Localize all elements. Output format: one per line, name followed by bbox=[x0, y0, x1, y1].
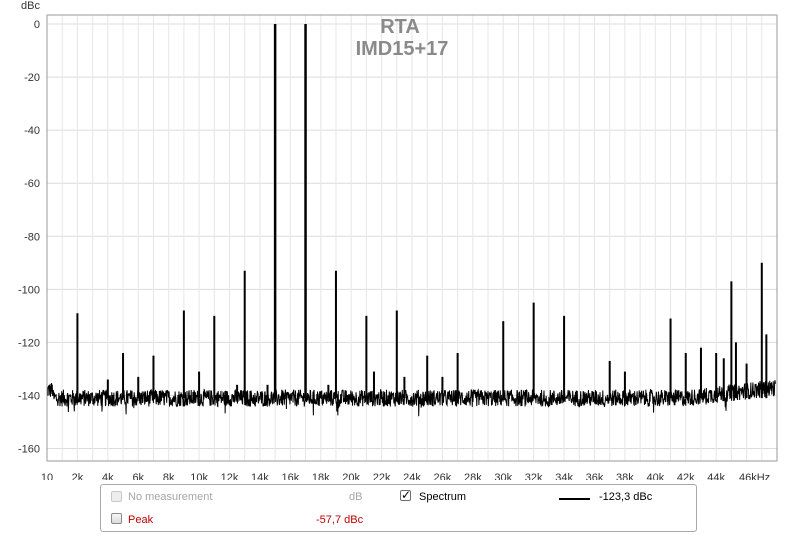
peak-checkbox[interactable] bbox=[111, 513, 122, 524]
no-measurement-unit: dB bbox=[349, 491, 363, 503]
y-axis-label: dBc bbox=[21, 0, 40, 12]
x-tick-label: 14k bbox=[251, 472, 269, 480]
x-tick-label: 2k bbox=[72, 472, 84, 480]
y-tick-label: -100 bbox=[18, 284, 40, 296]
x-tick-label: 42k bbox=[677, 472, 695, 480]
legend-row-peak: Peak -57,7 dBc bbox=[101, 511, 696, 531]
x-tick-label: 28k bbox=[464, 472, 482, 480]
x-tick-label: 30k bbox=[494, 472, 512, 480]
y-tick-label: -20 bbox=[24, 72, 40, 84]
x-tick-label: 32k bbox=[525, 472, 543, 480]
y-tick-label: -80 bbox=[24, 231, 40, 243]
x-tick-label: 38k bbox=[616, 472, 634, 480]
x-tick-labels: 10 2k 4k 6k 8k 10k 12k 14k 16k 18k 20k 22k 24k 26k 28k… bbox=[41, 472, 770, 480]
y-tick-label: -160 bbox=[18, 444, 40, 456]
chart-title: RTA bbox=[380, 16, 420, 38]
x-tick-label: 36k bbox=[586, 472, 604, 480]
peak-label: Peak bbox=[128, 514, 154, 526]
no-measurement-checkbox[interactable] bbox=[111, 491, 122, 502]
x-tick-label: 4k bbox=[102, 472, 114, 480]
x-tick-label: 40k bbox=[646, 472, 664, 480]
x-tick-label: 22k bbox=[373, 472, 391, 480]
x-tick-label: 46kHz bbox=[739, 472, 770, 480]
y-tick-label: -120 bbox=[18, 337, 40, 349]
y-tick-label: 0 bbox=[34, 19, 40, 31]
y-tick-labels: 0 -20 -40 -60 -80 -100 -120 -140 -160 bbox=[18, 19, 40, 456]
peak-value: -57,7 dBc bbox=[316, 514, 364, 526]
x-tick-label: 44k bbox=[707, 472, 725, 480]
legend-row-no-measurement: No measurement dB ✓ Spectrum -123,3 dBc bbox=[101, 488, 696, 509]
x-tick-label: 24k bbox=[403, 472, 421, 480]
no-measurement-label: No measurement bbox=[128, 491, 213, 503]
x-tick-label: 12k bbox=[221, 472, 239, 480]
rta-chart: 0 -20 -40 -60 -80 -100 -120 -140 -160 10 2k 4k 6k 8k… bbox=[18, 0, 778, 480]
chart-subtitle: IMD15+17 bbox=[356, 38, 449, 60]
x-tick-label: 34k bbox=[555, 472, 573, 480]
legend-panel: No measurement dB ✓ Spectrum -123,3 dBc … bbox=[100, 484, 697, 532]
y-tick-label: -40 bbox=[24, 125, 40, 137]
x-tick-label: 18k bbox=[312, 472, 330, 480]
spectrum-label: Spectrum bbox=[419, 491, 467, 503]
y-tick-label: -60 bbox=[24, 178, 40, 190]
x-tick-label: 20k bbox=[342, 472, 360, 480]
x-tick-label: 16k bbox=[281, 472, 299, 480]
y-tick-label: -140 bbox=[18, 390, 40, 402]
x-tick-label: 6k bbox=[132, 472, 144, 480]
x-tick-label: 26k bbox=[434, 472, 452, 480]
check-mark-icon: ✓ bbox=[401, 488, 412, 502]
spectrum-line-swatch bbox=[559, 498, 590, 500]
spectrum-value: -123,3 dBc bbox=[599, 491, 653, 503]
spectrum-checkbox[interactable]: ✓ bbox=[400, 488, 412, 502]
x-tick-label: 10k bbox=[190, 472, 208, 480]
x-tick-label: 8k bbox=[163, 472, 175, 480]
x-tick-label: 10 bbox=[41, 472, 53, 480]
